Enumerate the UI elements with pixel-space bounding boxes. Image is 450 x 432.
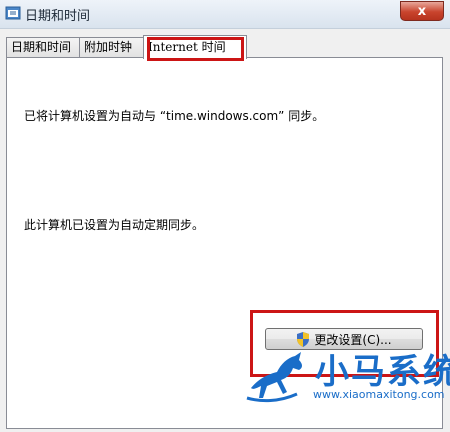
window-title: 日期和时间 [25, 9, 91, 24]
tab-date-time[interactable]: 日期和时间 [6, 37, 82, 57]
tab-highlight-box [147, 37, 244, 61]
tab-strip: 日期和时间 附加时钟 Internet 时间 [6, 35, 446, 61]
brand-name: 小马系统 [315, 352, 450, 392]
brand-url: www.xiaomaxitong.com [313, 388, 445, 401]
sync-schedule-text: 此计算机已设置为自动定期同步。 [24, 218, 205, 232]
tab-additional-clocks[interactable]: 附加时钟 [79, 37, 147, 57]
close-button[interactable]: x [400, 1, 444, 21]
clock-icon [5, 5, 21, 21]
watermark: 小马系统 www.xiaomaxitong.com [245, 340, 450, 420]
horse-logo-icon [246, 352, 302, 403]
sync-status-text: 已将计算机设置为自动与 “time.windows.com” 同步。 [24, 109, 325, 123]
title-bar: 日期和时间 x [0, 0, 450, 29]
